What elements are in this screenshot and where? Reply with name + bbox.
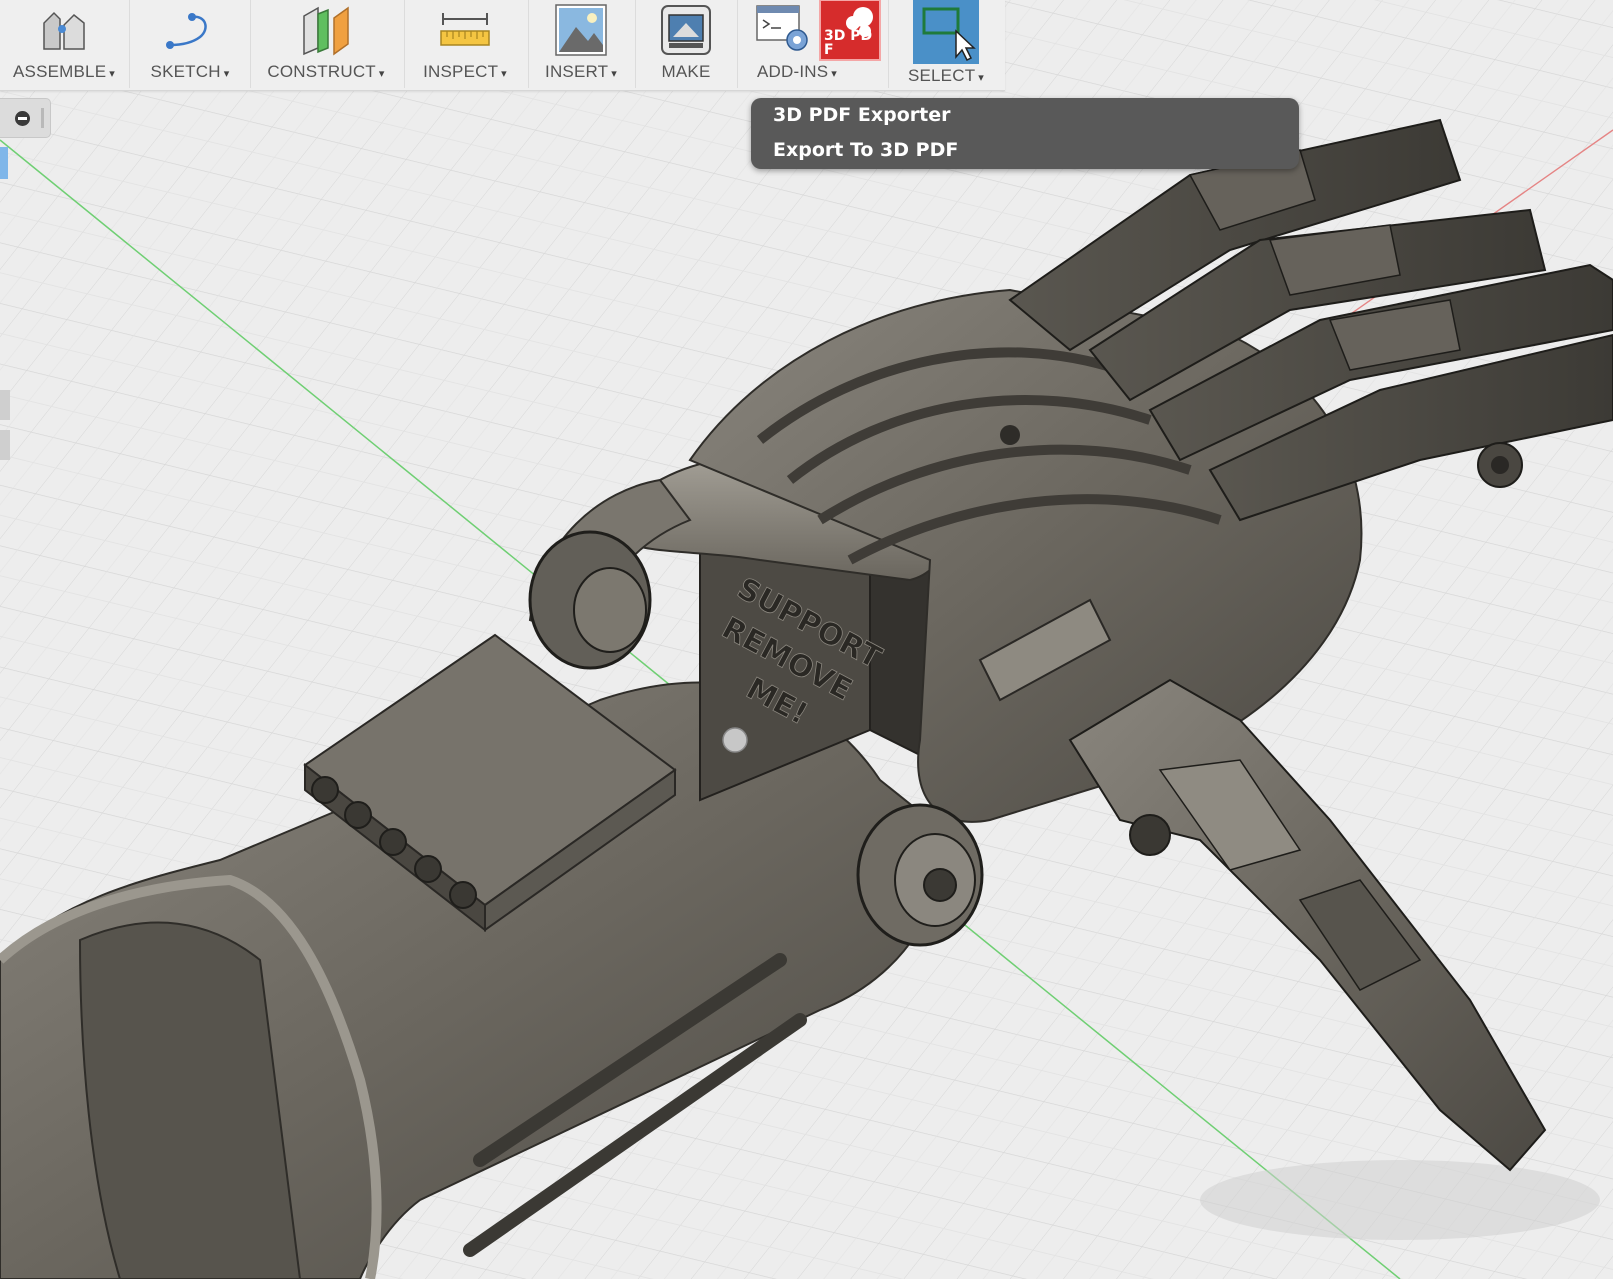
- make-3d-print-icon: [658, 0, 714, 60]
- chevron-down-icon: ▾: [831, 68, 838, 80]
- chevron-down-icon: ▾: [501, 68, 507, 80]
- assemble-icon: [36, 0, 92, 60]
- chevron-down-icon: ▾: [378, 68, 385, 80]
- chevron-down-icon: ▾: [978, 72, 985, 84]
- add-ins-dropdown-menu: 3D PDF Exporter Export To 3D PDF: [751, 98, 1299, 169]
- construct-button[interactable]: CONSTRUCT ▾: [251, 0, 401, 90]
- 3d-viewport[interactable]: SUPPORT REMOVE ME!: [0, 0, 1613, 1279]
- add-ins-icon-group: 3D PDF: [743, 0, 883, 61]
- wrist-hinge-rear: [528, 530, 652, 670]
- construct-label: CONSTRUCT: [267, 62, 376, 81]
- collapse-minus-icon[interactable]: [15, 111, 30, 126]
- insert-label: INSERT: [545, 62, 609, 81]
- pdf-3d-icon: 3D PDF: [819, 0, 881, 61]
- menu-item-export-to-3d-pdf[interactable]: Export To 3D PDF: [773, 133, 958, 167]
- browser-selection-indicator: [0, 147, 8, 179]
- menu-item-3d-pdf-exporter[interactable]: 3D PDF Exporter: [773, 98, 951, 132]
- select-label: SELECT: [907, 66, 976, 85]
- make-button[interactable]: MAKE: [636, 0, 736, 90]
- inspect-button[interactable]: INSPECT ▾: [405, 0, 525, 90]
- add-ins-label: ADD-INS: [756, 62, 829, 81]
- make-label: MAKE: [661, 62, 711, 81]
- insert-image-icon: [553, 0, 609, 60]
- select-window-icon: [913, 0, 979, 64]
- inspect-label: INSPECT: [423, 62, 499, 81]
- assemble-label: ASSEMBLE: [13, 62, 107, 81]
- model-shadow: [1200, 1160, 1600, 1240]
- sketch-label: SKETCH: [150, 62, 221, 81]
- side-panel-tab[interactable]: [0, 390, 10, 420]
- browser-panel-toggle[interactable]: [0, 98, 51, 138]
- pdf-badge-text: 3D PDF: [824, 28, 873, 58]
- sketch-button[interactable]: SKETCH ▾: [130, 0, 250, 90]
- wrist-hinge: [856, 803, 984, 947]
- select-button[interactable]: SELECT ▾: [889, 0, 1003, 90]
- add-ins-script-icon: [755, 2, 811, 59]
- toolbar: ASSEMBLE ▾ SKETCH ▾ CONSTRUCT ▾ INSPECT …: [0, 0, 1005, 91]
- pdf-flower-shape: [853, 7, 873, 27]
- palm-screw: [1000, 425, 1020, 445]
- insert-button[interactable]: INSERT ▾: [529, 0, 633, 90]
- side-panel-tab[interactable]: [0, 430, 10, 460]
- chevron-down-icon: ▾: [109, 68, 115, 80]
- construct-icon: [298, 0, 354, 60]
- assemble-button[interactable]: ASSEMBLE ▾: [0, 0, 128, 90]
- chevron-down-icon: ▾: [223, 68, 230, 80]
- panel-grip-handle[interactable]: [41, 108, 44, 128]
- inspect-icon: [437, 0, 493, 60]
- sketch-icon: [162, 0, 218, 60]
- origin-marker: [722, 727, 748, 753]
- add-ins-button[interactable]: 3D PDF ADD-INS ▾: [738, 0, 888, 90]
- chevron-down-icon: ▾: [611, 68, 617, 80]
